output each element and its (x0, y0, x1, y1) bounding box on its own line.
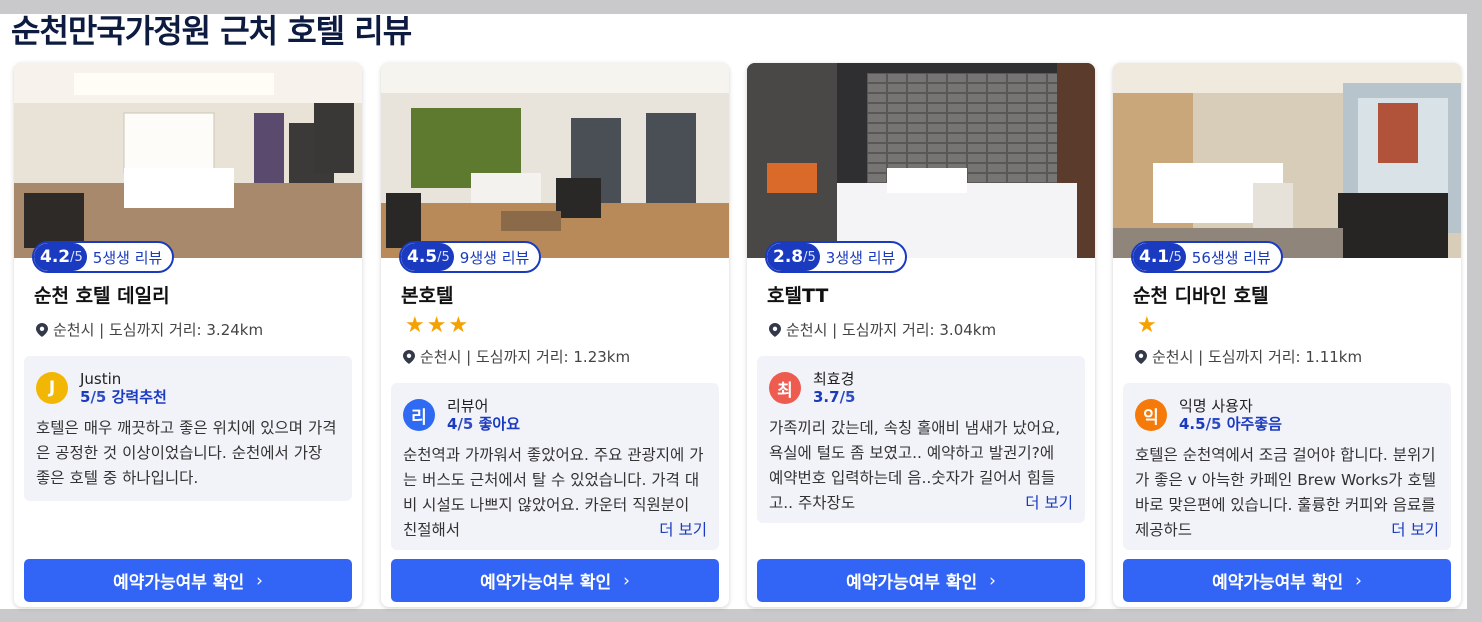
hotel-name[interactable]: 본호텔 (401, 281, 453, 308)
read-more-link[interactable]: 더 보기 (991, 491, 1073, 516)
chevron-right-icon: › (623, 570, 630, 591)
hotel-location: 순천시 | 도심까지 거리: 1.23km (403, 346, 630, 367)
avatar: 최 (769, 372, 801, 404)
review-text: 순천역과 가까워서 좋았어요. 주요 관광지에 가는 버스도 근처에서 탈 수 … (403, 443, 707, 543)
review-count: 3생생 리뷰 (825, 248, 896, 267)
review-count: 9생생 리뷰 (459, 248, 530, 267)
review-box: 리 리뷰어 4/5 좋아요 순천역과 가까워서 좋았어요. 주요 관광지에 가는… (391, 383, 719, 550)
review-count: 5생생 리뷰 (92, 248, 163, 267)
rating-score: 4.5/5 (401, 243, 454, 271)
reviewer: 익 익명 사용자 4.5/5 아주좋음 (1135, 395, 1439, 435)
location-pin-icon (1135, 349, 1147, 364)
read-more-link[interactable]: 더 보기 (625, 518, 707, 543)
hotel-card[interactable]: 4.1/5 56생생 리뷰 순천 디바인 호텔 ★ 순천시 | 도심까지 거리:… (1113, 63, 1461, 607)
hotel-location: 순천시 | 도심까지 거리: 3.04km (769, 319, 996, 340)
hotel-name[interactable]: 호텔TT (767, 281, 828, 308)
check-availability-button[interactable]: 예약가능여부 확인 › (1123, 559, 1451, 602)
rating-badge: 2.8/5 3생생 리뷰 (765, 241, 908, 273)
review-box: J Justin 5/5 강력추천 호텔은 매우 깨끗하고 좋은 위치에 있으며… (24, 356, 352, 501)
hotel-card[interactable]: 2.8/5 3생생 리뷰 호텔TT 순천시 | 도심까지 거리: 3.04km … (747, 63, 1095, 607)
hotel-name[interactable]: 순천 디바인 호텔 (1133, 281, 1269, 308)
location-pin-icon (36, 322, 48, 337)
check-availability-button[interactable]: 예약가능여부 확인 › (24, 559, 352, 602)
rating-score: 4.2/5 (34, 243, 87, 271)
review-text: 가족끼리 갔는데, 속칭 홀애비 냄새가 났어요, 욕실에 털도 좀 보였고..… (769, 416, 1073, 516)
location-pin-icon (769, 322, 781, 337)
hotel-location: 순천시 | 도심까지 거리: 1.11km (1135, 346, 1362, 367)
location-pin-icon (403, 349, 415, 364)
reviewer-score: 4.5/5 아주좋음 (1179, 415, 1282, 433)
rating-score: 2.8/5 (767, 243, 820, 271)
rating-score: 4.1/5 (1133, 243, 1186, 271)
review-box: 익 익명 사용자 4.5/5 아주좋음 호텔은 순천역에서 조금 걸어야 합니다… (1123, 383, 1451, 550)
hotel-photo[interactable] (381, 63, 729, 258)
rating-badge: 4.1/5 56생생 리뷰 (1131, 241, 1283, 273)
check-availability-button[interactable]: 예약가능여부 확인 › (757, 559, 1085, 602)
hotel-photo[interactable] (1113, 63, 1461, 258)
avatar: 리 (403, 399, 435, 431)
check-availability-button[interactable]: 예약가능여부 확인 › (391, 559, 719, 602)
hotel-name[interactable]: 순천 호텔 데일리 (34, 281, 170, 308)
reviewer-name: 최효경 (813, 370, 855, 388)
hotel-photo[interactable] (14, 63, 362, 258)
review-box: 최 최효경 3.7/5 가족끼리 갔는데, 속칭 홀애비 냄새가 났어요, 욕실… (757, 356, 1085, 523)
avatar: J (36, 372, 68, 404)
reviewer-name: Justin (80, 370, 122, 388)
star-rating: ★ (1137, 313, 1159, 338)
review-text: 호텔은 매우 깨끗하고 좋은 위치에 있으며 가격은 공정한 것 이상이었습니다… (36, 419, 337, 487)
rating-badge: 4.5/5 9생생 리뷰 (399, 241, 542, 273)
reviewer: J Justin 5/5 강력추천 (36, 368, 340, 408)
chevron-right-icon: › (256, 570, 263, 591)
reviewer-score: 5/5 강력추천 (80, 388, 167, 406)
page-title: 순천만국가정원 근처 호텔 리뷰 (11, 12, 412, 50)
reviewer: 리 리뷰어 4/5 좋아요 (403, 395, 707, 435)
star-rating: ★★★ (405, 313, 471, 338)
reviewer: 최 최효경 3.7/5 (769, 368, 1073, 408)
read-more-link[interactable]: 더 보기 (1357, 518, 1439, 543)
reviewer-name: 익명 사용자 (1179, 397, 1253, 415)
reviewer-score: 3.7/5 (813, 388, 856, 406)
chevron-right-icon: › (989, 570, 996, 591)
hotel-photo[interactable] (747, 63, 1095, 258)
hotel-card[interactable]: 4.5/5 9생생 리뷰 본호텔 ★★★ 순천시 | 도심까지 거리: 1.23… (381, 63, 729, 607)
review-count: 56생생 리뷰 (1191, 248, 1271, 267)
review-text: 호텔은 순천역에서 조금 걸어야 합니다. 분위기가 좋은 v 아늑한 카페인 … (1135, 443, 1439, 543)
rating-badge: 4.2/5 5생생 리뷰 (32, 241, 175, 273)
hotel-location: 순천시 | 도심까지 거리: 3.24km (36, 319, 263, 340)
avatar: 익 (1135, 399, 1167, 431)
chevron-right-icon: › (1355, 570, 1362, 591)
reviewer-score: 4/5 좋아요 (447, 415, 520, 433)
hotel-card[interactable]: 4.2/5 5생생 리뷰 순천 호텔 데일리 순천시 | 도심까지 거리: 3.… (14, 63, 362, 607)
reviewer-name: 리뷰어 (447, 397, 489, 415)
